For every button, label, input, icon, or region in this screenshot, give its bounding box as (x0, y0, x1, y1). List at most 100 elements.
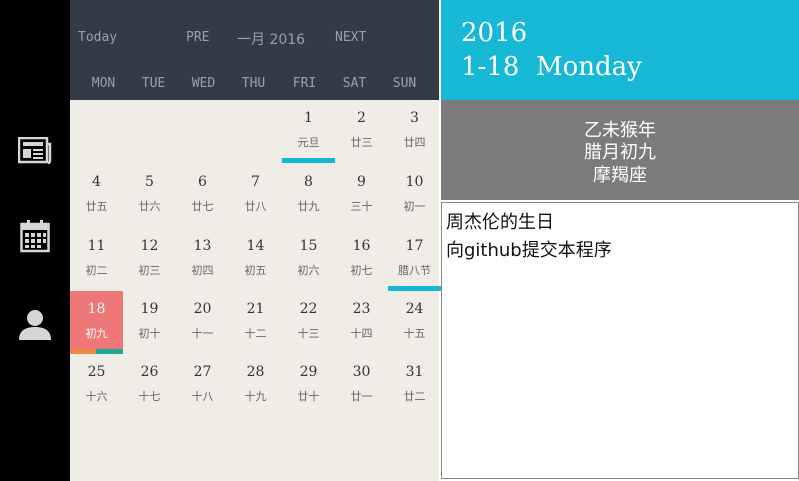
day-number: 14 (246, 238, 265, 254)
day-cell[interactable]: 7 廿八 (229, 164, 282, 227)
day-cell[interactable]: 1 元旦 (282, 100, 335, 163)
day-cell[interactable]: 25 十六 (70, 354, 123, 417)
day-cell[interactable]: 11 初二 (70, 228, 123, 291)
day-cell[interactable]: 27 十八 (176, 354, 229, 417)
day-number: 23 (352, 301, 371, 317)
weekday-label: SUN (392, 76, 417, 91)
day-cell[interactable]: 9 三十 (335, 164, 388, 227)
day-cell[interactable]: 16 初七 (335, 228, 388, 291)
day-cell[interactable]: 6 廿七 (176, 164, 229, 227)
day-cell[interactable]: 18 初九 (70, 291, 123, 354)
day-cell[interactable]: 19 初十 (123, 291, 176, 354)
month-title: 一月 2016 (237, 32, 306, 48)
day-number: 17 (405, 238, 424, 254)
lunar-day: 十八 (191, 390, 214, 403)
lunar-day: 十三 (297, 327, 320, 340)
day-cell[interactable]: 26 十七 (123, 354, 176, 417)
event-item[interactable]: 向github提交本程序 (446, 236, 612, 262)
previous-month-button[interactable]: PRE (186, 30, 209, 45)
day-number: 30 (352, 364, 371, 380)
day-cell[interactable]: 2 廿三 (335, 100, 388, 163)
newspaper-icon (18, 137, 52, 165)
day-number: 20 (193, 301, 212, 317)
day-number: 19 (140, 301, 159, 317)
day-number: 5 (145, 174, 154, 190)
lunar-day: 廿三 (350, 136, 373, 149)
day-cell[interactable]: 30 廿一 (335, 354, 388, 417)
day-cell[interactable]: 10 初一 (388, 164, 441, 227)
event-marker (282, 158, 335, 163)
lunar-day: 元旦 (297, 136, 320, 149)
day-number: 8 (304, 174, 313, 190)
lunar-day: 初一 (403, 200, 426, 213)
day-number: 25 (87, 364, 106, 380)
lunar-day: 廿十 (297, 390, 320, 403)
weekday-row: MON TUE WED THU FRI SAT SUN (70, 76, 439, 94)
lunar-day: 初四 (191, 264, 214, 277)
lunar-day: 十六 (85, 390, 108, 403)
lunar-day: 腊八节 (398, 264, 431, 277)
selected-date-panel: 2016 1-18 Monday (441, 0, 799, 100)
lunar-day: 三十 (350, 200, 373, 213)
events-list[interactable]: 周杰伦的生日 向github提交本程序 (441, 202, 799, 479)
day-cell[interactable]: 24 十五 (388, 291, 441, 354)
weekday-label: TUE (141, 76, 166, 91)
zodiac-sign: 摩羯座 (593, 165, 647, 186)
calendar-icon (20, 220, 50, 253)
lunar-day: 初三 (138, 264, 161, 277)
next-month-button[interactable]: NEXT (335, 30, 366, 45)
day-cell[interactable]: 4 廿五 (70, 164, 123, 227)
day-cell[interactable]: 12 初三 (123, 228, 176, 291)
day-number: 1 (304, 110, 313, 126)
day-cell[interactable]: 14 初五 (229, 228, 282, 291)
day-number: 11 (87, 238, 106, 254)
calendar-button[interactable] (17, 218, 53, 254)
day-cell[interactable]: 28 十九 (229, 354, 282, 417)
day-cell[interactable]: 15 初六 (282, 228, 335, 291)
day-cell[interactable]: 29 廿十 (282, 354, 335, 417)
lunar-day: 十五 (403, 327, 426, 340)
weekday-label: FRI (292, 76, 317, 91)
day-cell[interactable]: 31 廿二 (388, 354, 441, 417)
lunar-day: 初五 (244, 264, 267, 277)
calendar-header: Today PRE 一月 2016 NEXT MON TUE WED THU F… (70, 0, 439, 100)
lunar-day: 廿七 (191, 200, 214, 213)
lunar-day: 十七 (138, 390, 161, 403)
day-number: 24 (405, 301, 424, 317)
day-cell[interactable]: 21 十二 (229, 291, 282, 354)
day-cell[interactable]: 22 十三 (282, 291, 335, 354)
day-cell[interactable]: 23 十四 (335, 291, 388, 354)
day-cell[interactable]: 13 初四 (176, 228, 229, 291)
lunar-day: 廿四 (403, 136, 426, 149)
lunar-day: 初七 (350, 264, 373, 277)
day-cell[interactable]: 5 廿六 (123, 164, 176, 227)
day-number: 22 (299, 301, 318, 317)
news-button[interactable] (17, 133, 53, 169)
user-icon (19, 310, 51, 340)
lunar-info-panel: 乙未猴年 腊月初九 摩羯座 (441, 100, 799, 200)
weekday-label: THU (241, 76, 266, 91)
day-cell[interactable]: 17 腊八节 (388, 228, 441, 291)
user-button[interactable] (17, 307, 53, 343)
day-cell[interactable]: 3 廿四 (388, 100, 441, 163)
day-number: 3 (410, 110, 419, 126)
lunar-day: 廿一 (350, 390, 373, 403)
lunar-day: 廿二 (403, 390, 426, 403)
day-cell[interactable]: 20 十一 (176, 291, 229, 354)
lunar-day: 初九 (85, 327, 108, 340)
today-button[interactable]: Today (78, 30, 117, 45)
day-number: 21 (246, 301, 265, 317)
day-number: 10 (405, 174, 424, 190)
day-number: 16 (352, 238, 371, 254)
day-cell[interactable]: 8 廿九 (282, 164, 335, 227)
lunar-day: 十四 (350, 327, 373, 340)
lunar-day: 廿六 (138, 200, 161, 213)
lunar-day: 十一 (191, 327, 214, 340)
day-number: 28 (246, 364, 265, 380)
selected-date: 1-18 Monday (461, 52, 642, 82)
event-item[interactable]: 周杰伦的生日 (446, 208, 554, 234)
day-number: 6 (198, 174, 207, 190)
day-number: 15 (299, 238, 318, 254)
weekday-label: SAT (342, 76, 367, 91)
day-number: 9 (357, 174, 366, 190)
